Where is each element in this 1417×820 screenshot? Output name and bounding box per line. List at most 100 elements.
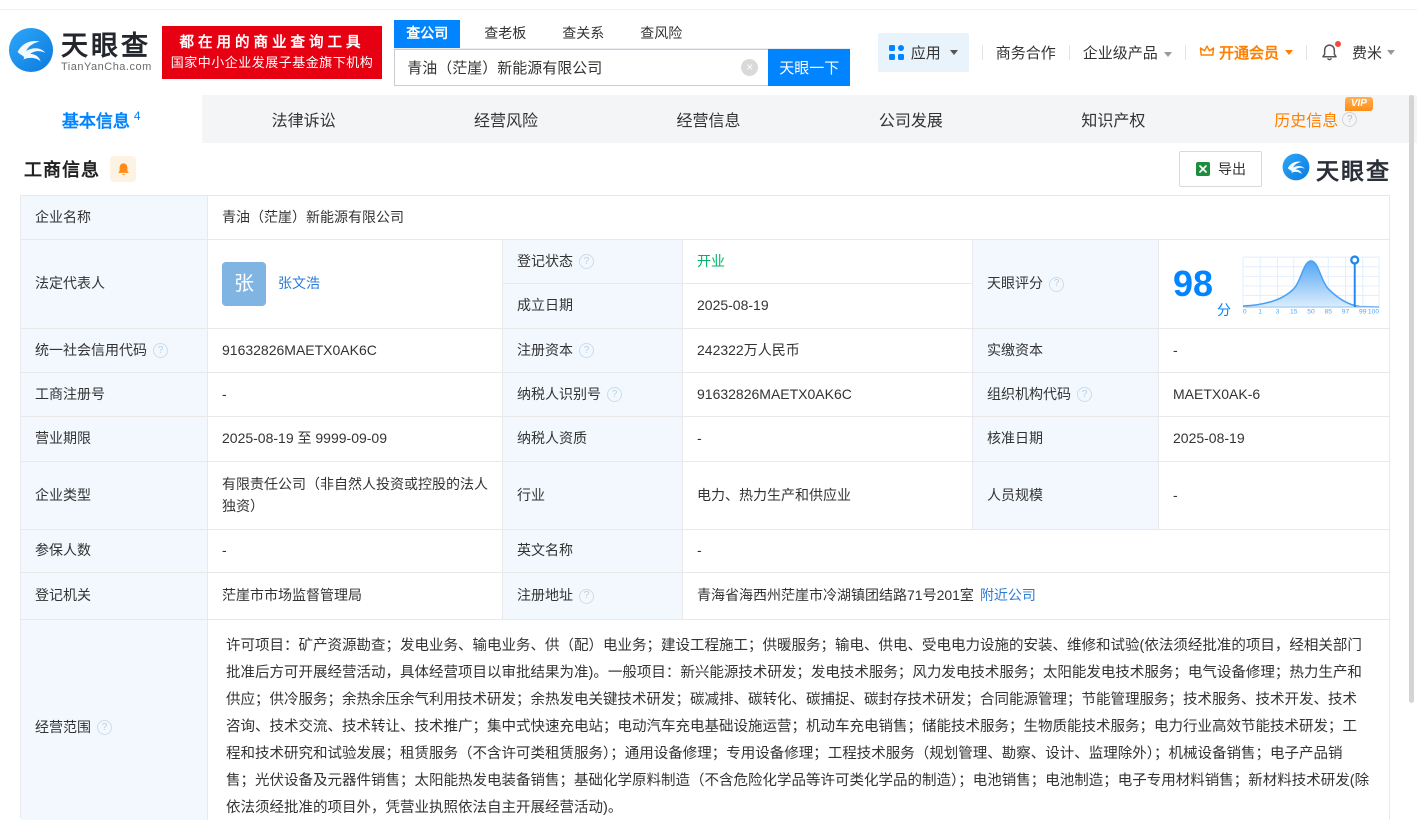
business-term-value: 2025-08-19 至 9999-09-09 [208,417,503,462]
reg-status-value: 开业 [683,240,973,284]
nav-cooperation[interactable]: 商务合作 [996,42,1056,63]
tab-history-info[interactable]: VIP 历史信息 [1215,95,1417,143]
search-area: 查公司 查老板 查关系 查风险 天眼一下 [394,20,850,86]
tab-intellectual-property[interactable]: 知识产权 [1012,95,1214,143]
score-value-cell: 98 分 0 1 3 [1159,240,1390,329]
english-name-label: 英文名称 [503,530,683,573]
score-label: 天眼评分 [987,273,1043,295]
logo-text: 天眼查 TianYanCha.com [61,32,152,74]
org-code-value: MAETX0AK-6 [1159,373,1390,417]
insured-value: - [208,530,503,573]
help-icon[interactable] [579,254,594,269]
company-type-value: 有限责任公司（非自然人投资或控股的法人独资） [208,462,503,530]
english-name-value: - [683,530,1390,573]
help-icon[interactable] [607,387,622,402]
business-info-table: 企业名称 青油（茫崖）新能源有限公司 法定代表人 张 张文浩 登记状态 开业 成… [20,195,1390,818]
insured-label: 参保人数 [21,530,208,573]
divider [1185,45,1186,60]
taxpayer-quality-label: 纳税人资质 [503,417,683,462]
tab-legal-litigation[interactable]: 法律诉讼 [202,95,404,143]
help-icon[interactable] [1049,277,1064,292]
notifications-button[interactable] [1320,43,1339,62]
svg-text:0: 0 [1243,309,1247,316]
apps-menu-button[interactable]: 应用 [878,33,969,72]
top-strip [0,0,1417,10]
header-nav: 应用 商务合作 企业级产品 开通会员 [878,33,1395,72]
slogan-line2: 国家中小企业发展子基金旗下机构 [171,54,374,73]
username: 费米 [1352,42,1382,63]
help-icon[interactable] [579,589,594,604]
staff-size-label: 人员规模 [973,462,1159,530]
export-button[interactable]: 导出 [1179,151,1262,187]
org-code-label-cell: 组织机构代码 [973,373,1159,417]
tab-label: 知识产权 [1081,107,1145,131]
reg-capital-label: 注册资本 [517,340,573,362]
tab-label: 基本信息 [62,107,130,132]
search-tab-risk[interactable]: 查风险 [628,20,694,48]
chevron-down-icon [1387,50,1395,55]
site-logo[interactable]: 天眼查 TianYanCha.com [8,27,152,78]
svg-text:15: 15 [1290,309,1298,316]
reg-status-label-cell: 登记状态 [503,240,683,284]
search-tab-boss[interactable]: 查老板 [472,20,538,48]
user-menu[interactable]: 费米 [1352,42,1395,63]
help-icon[interactable] [579,343,594,358]
company-name-value: 青油（茫崖）新能源有限公司 [208,196,1390,240]
notification-dot [1334,40,1342,48]
monitor-bell-button[interactable] [110,156,136,182]
business-scope-value: 许可项目：矿产资源勘查；发电业务、输电业务、供（配）电业务；建设工程施工；供暖服… [208,620,1390,820]
approval-date-label: 核准日期 [973,417,1159,462]
nearby-companies-link[interactable]: 附近公司 [980,585,1036,607]
chevron-down-icon [950,50,958,55]
svg-text:85: 85 [1325,309,1333,316]
nav-enterprise[interactable]: 企业级产品 [1083,42,1172,63]
taxpayer-quality-value: - [683,417,973,462]
score-number: 98 [1173,266,1213,302]
tab-business-info[interactable]: 经营信息 [607,95,809,143]
section-title: 工商信息 [24,156,100,182]
section-head: 工商信息 导出 [0,143,1417,195]
legal-rep-label: 法定代表人 [21,240,208,329]
credit-code-label: 统一社会信用代码 [35,340,147,362]
tab-business-risk[interactable]: 经营风险 [405,95,607,143]
divider [982,45,983,60]
score-distribution-chart[interactable]: 0 1 3 15 50 85 97 99 100 [1241,252,1381,316]
score-label-cell: 天眼评分 [973,240,1159,329]
score-axis-ticks: 0 1 3 15 50 85 97 99 100 [1243,309,1379,316]
search-tab-company[interactable]: 查公司 [394,20,460,48]
business-term-label: 营业期限 [21,417,208,462]
avatar[interactable]: 张 [222,262,266,306]
help-icon[interactable] [97,720,112,735]
svg-text:1: 1 [1258,309,1262,316]
help-icon[interactable] [1342,112,1357,127]
divider [1306,45,1307,60]
clear-icon[interactable] [741,59,758,76]
search-row: 天眼一下 [394,49,850,86]
scrollbar[interactable] [1409,95,1414,703]
excel-icon [1195,161,1211,177]
tab-basic-info[interactable]: 基本信息 4 [0,95,202,143]
reg-address-label: 注册地址 [517,585,573,607]
legal-rep-link[interactable]: 张文浩 [278,273,320,295]
help-icon[interactable] [153,343,168,358]
search-tabs: 查公司 查老板 查关系 查风险 [394,20,850,49]
credit-code-label-cell: 统一社会信用代码 [21,329,208,373]
logo-swirl-icon [1282,153,1310,186]
apps-label: 应用 [911,42,941,63]
taxpayer-id-value: 91632826MAETX0AK6C [683,373,973,417]
help-icon[interactable] [1077,387,1092,402]
apps-grid-icon [889,45,904,60]
reg-capital-value: 242322万人民币 [683,329,973,373]
search-button[interactable]: 天眼一下 [768,49,850,86]
tab-company-development[interactable]: 公司发展 [810,95,1012,143]
search-input[interactable] [394,49,768,86]
head-right: 导出 天眼查 [1179,151,1391,187]
reg-number-label: 工商注册号 [21,373,208,417]
slogan-banner: 都在用的商业查询工具 国家中小企业发展子基金旗下机构 [162,26,383,80]
logo-swirl-icon [8,27,54,78]
search-input-wrap [394,49,768,86]
search-tab-relation[interactable]: 查关系 [550,20,616,48]
vip-upgrade-button[interactable]: 开通会员 [1199,42,1293,63]
tab-label: 经营风险 [474,107,538,131]
svg-text:100: 100 [1368,309,1379,316]
